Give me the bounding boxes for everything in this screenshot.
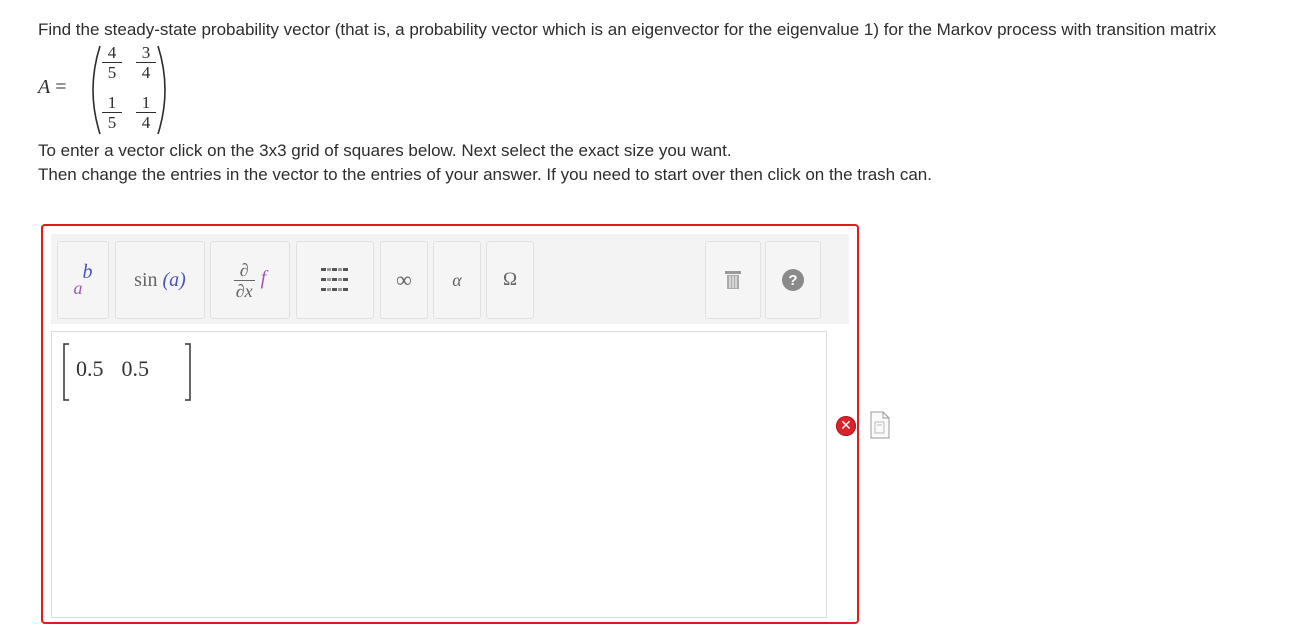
greek-uppercase-button[interactable]: Ω [486,241,534,319]
greek-lowercase-button[interactable]: α [433,241,481,319]
sin-label: sin [134,268,158,291]
infinity-button[interactable]: ∞ [380,241,428,319]
trash-icon [725,271,741,289]
matrix-cell-1-2: 34 [136,44,156,81]
matrix-grid-button[interactable] [296,241,374,319]
help-button[interactable]: ? [765,241,821,319]
matrix-cell-2-1: 15 [102,94,122,131]
derivative-function: f [260,266,267,289]
matrix-cell-2-2: 14 [136,94,156,131]
preview-icon[interactable] [870,411,890,439]
vector-entries: 0.5 0.5 [76,356,167,382]
derivative-button[interactable]: ∂ ∂x f [210,241,290,319]
answer-input-area[interactable]: 0.5 0.5 [51,331,827,618]
sin-argument: (a) [162,268,186,291]
instruction-line-1: To enter a vector click on the 3x3 grid … [38,141,732,160]
derivative-fraction: ∂ ∂x [233,259,255,301]
function-button[interactable]: sin (a) [115,241,205,319]
help-icon: ? [782,269,804,291]
incorrect-status-icon: ✕ [836,416,856,436]
vector-entry-2[interactable]: 0.5 [122,356,150,381]
superscript-base: a [73,277,83,298]
question-text: Find the steady-state probability vector… [38,20,1217,39]
matrix-grid-icon [321,268,348,291]
vector-entry-1[interactable]: 0.5 [76,356,104,381]
transition-matrix: A = 45 34 15 14 [38,44,238,136]
instruction-line-2: Then change the entries in the vector to… [38,165,932,184]
answer-vector[interactable]: 0.5 0.5 [62,342,192,402]
trash-button[interactable] [705,241,761,319]
superscript-exponent: b [82,260,93,283]
matrix-label: A = [38,76,67,98]
math-answer-editor: a b sin (a) ∂ ∂x f ∞ α Ω ? 0.5 0.5 [41,224,859,624]
matrix-cell-1-1: 45 [102,44,122,81]
superscript-button[interactable]: a b [57,241,109,319]
math-toolbar: a b sin (a) ∂ ∂x f ∞ α Ω ? [51,234,849,324]
